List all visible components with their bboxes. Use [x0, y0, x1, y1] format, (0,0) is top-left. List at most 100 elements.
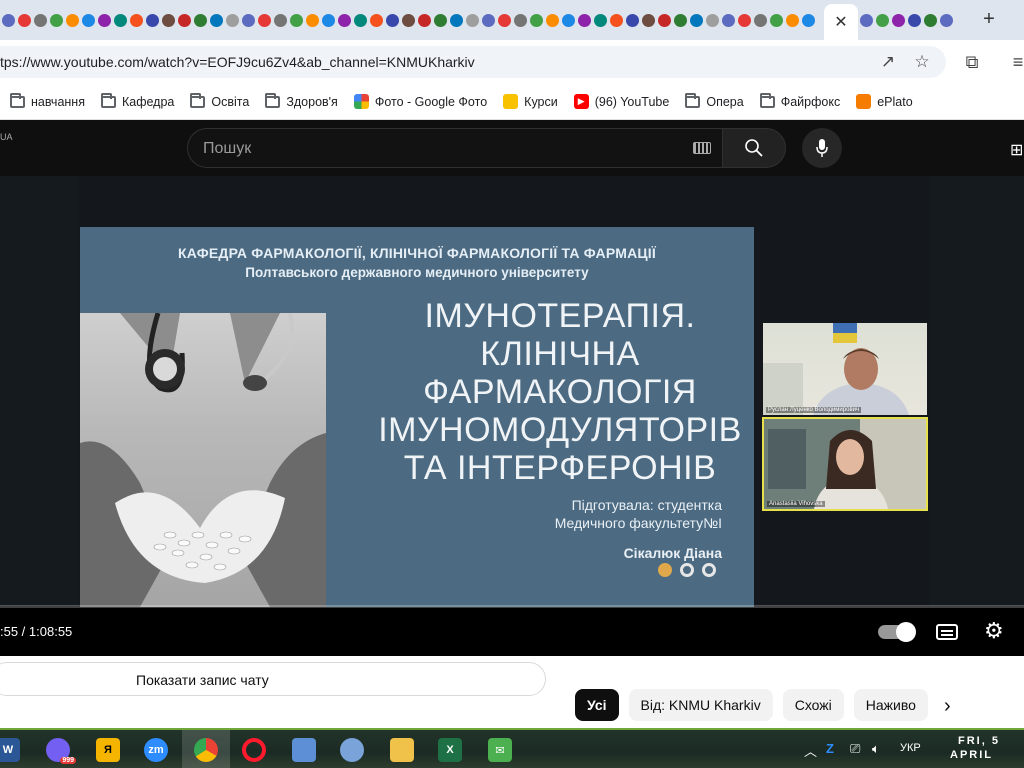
chip-from-channel[interactable]: Від: KNMU Kharkiv: [628, 689, 773, 721]
new-tab-button[interactable]: +: [978, 8, 1000, 30]
tab-favicon-icon[interactable]: [610, 13, 623, 27]
tab-favicon-icon[interactable]: [66, 13, 79, 27]
zoom-icon[interactable]: zm: [144, 738, 168, 762]
tab-favicon-icon[interactable]: [2, 13, 15, 27]
tab-favicon-icon[interactable]: [514, 13, 527, 27]
tab-favicon-icon[interactable]: [738, 13, 751, 27]
tab-favicon-icon[interactable]: [50, 13, 63, 27]
bookmark-item[interactable]: Здоров'я: [265, 92, 338, 109]
tab-favicon-icon[interactable]: [498, 13, 511, 27]
address-bar[interactable]: tps://www.youtube.com/watch?v=EOFJ9cu6Zv…: [0, 46, 946, 78]
tab-favicon-icon[interactable]: [892, 13, 905, 27]
tab-favicon-icon[interactable]: [162, 13, 175, 27]
tab-favicon-icon[interactable]: [594, 13, 607, 27]
chevron-right-icon[interactable]: ›: [944, 696, 951, 716]
mail-icon[interactable]: ✉: [488, 738, 512, 762]
tab-favicon-icon[interactable]: [860, 13, 873, 27]
tab-favicon-icon[interactable]: [82, 13, 95, 27]
tab-favicon-icon[interactable]: [802, 13, 815, 27]
tab-favicon-icon[interactable]: [786, 13, 799, 27]
tab-favicon-icon[interactable]: [98, 13, 111, 27]
excel-icon[interactable]: X: [438, 738, 462, 762]
tab-favicon-icon[interactable]: [754, 13, 767, 27]
video-progress-bar[interactable]: [0, 605, 1024, 608]
bookmark-item[interactable]: Опера: [685, 92, 744, 109]
tab-favicon-icon[interactable]: [562, 13, 575, 27]
tab-favicon-icon[interactable]: [722, 13, 735, 27]
tab-favicon-icon[interactable]: [130, 13, 143, 27]
tab-favicon-icon[interactable]: [642, 13, 655, 27]
tab-favicon-icon[interactable]: [114, 13, 127, 27]
keyboard-icon[interactable]: [693, 142, 711, 154]
tab-favicon-icon[interactable]: [434, 13, 447, 27]
open-in-app-icon[interactable]: ↗: [878, 52, 898, 72]
tab-favicon-icon[interactable]: [274, 13, 287, 27]
tab-favicon-icon[interactable]: [466, 13, 479, 27]
tab-favicon-icon[interactable]: [546, 13, 559, 27]
tab-favicon-icon[interactable]: [290, 13, 303, 27]
viber-icon[interactable]: 999: [46, 738, 76, 764]
close-tab-icon[interactable]: ✕: [834, 12, 847, 32]
tab-favicon-icon[interactable]: [530, 13, 543, 27]
bookmark-item[interactable]: ePlato: [856, 94, 913, 109]
opera-icon[interactable]: [242, 738, 266, 762]
tab-favicon-icon[interactable]: [226, 13, 239, 27]
tab-favicon-icon[interactable]: [482, 13, 495, 27]
zoom-tray-icon[interactable]: Z: [826, 741, 834, 756]
tab-favicon-icon[interactable]: [18, 13, 31, 27]
tab-favicon-icon[interactable]: [402, 13, 415, 27]
autoplay-toggle[interactable]: [878, 622, 916, 642]
tab-favicon-icon[interactable]: [242, 13, 255, 27]
bookmark-item[interactable]: Фото - Google Фото: [353, 94, 487, 109]
tab-favicon-icon[interactable]: [876, 13, 889, 27]
tab-favicon-icon[interactable]: [194, 13, 207, 27]
tab-favicon-icon[interactable]: [940, 13, 953, 27]
tab-favicon-icon[interactable]: [690, 13, 703, 27]
chrome-icon[interactable]: [194, 738, 218, 762]
show-chat-replay-button[interactable]: Показати запис чату: [0, 662, 546, 696]
bookmark-item[interactable]: Освіта: [190, 92, 249, 109]
taskbar-date-line2[interactable]: APRIL: [950, 749, 993, 761]
tab-favicon-icon[interactable]: [322, 13, 335, 27]
chip-all[interactable]: Усі: [575, 689, 619, 721]
bookmark-item[interactable]: навчання: [10, 92, 85, 109]
tab-favicon-icon[interactable]: [924, 13, 937, 27]
tab-favicon-icon[interactable]: [338, 13, 351, 27]
url-text[interactable]: tps://www.youtube.com/watch?v=EOFJ9cu6Zv…: [0, 54, 475, 70]
chip-related[interactable]: Схожі: [782, 689, 844, 721]
search-input[interactable]: [203, 138, 673, 160]
settings-gear-icon[interactable]: ⚙: [984, 620, 1004, 642]
tab-favicon-icon[interactable]: [578, 13, 591, 27]
word-icon[interactable]: W: [0, 738, 20, 762]
taskbar-date-line1[interactable]: FRI, 5: [958, 735, 1000, 747]
tab-favicon-icon[interactable]: [258, 13, 271, 27]
bookmark-item[interactable]: Курси: [503, 94, 558, 109]
subtitles-icon[interactable]: [936, 624, 958, 640]
tray-chevron-up-icon[interactable]: ︿: [804, 741, 817, 760]
network-icon[interactable]: ⎚: [850, 741, 860, 757]
tab-favicon-icon[interactable]: [908, 13, 921, 27]
yandex-icon[interactable]: Я: [96, 738, 120, 762]
tab-favicon-icon[interactable]: [34, 13, 47, 27]
tab-favicon-icon[interactable]: [658, 13, 671, 27]
language-indicator[interactable]: УКР: [900, 742, 921, 754]
bookmark-item[interactable]: Кафедра: [100, 92, 174, 109]
photos-icon[interactable]: [292, 738, 316, 762]
chip-live[interactable]: Наживо: [853, 689, 928, 721]
tab-favicon-icon[interactable]: [146, 13, 159, 27]
search-button[interactable]: [722, 128, 786, 168]
tab-favicon-icon[interactable]: [354, 13, 367, 27]
active-tab[interactable]: ✕: [824, 4, 858, 40]
paint-icon[interactable]: [340, 738, 364, 762]
tab-favicon-icon[interactable]: [306, 13, 319, 27]
tab-favicon-icon[interactable]: [450, 13, 463, 27]
bookmark-item[interactable]: Файрфокс: [759, 92, 840, 109]
bookmark-star-icon[interactable]: ☆: [912, 52, 932, 72]
tab-favicon-icon[interactable]: [370, 13, 383, 27]
voice-search-button[interactable]: [802, 128, 842, 168]
tab-favicon-icon[interactable]: [770, 13, 783, 27]
tab-favicon-icon[interactable]: [418, 13, 431, 27]
tab-favicon-icon[interactable]: [178, 13, 191, 27]
tab-favicon-icon[interactable]: [706, 13, 719, 27]
tab-favicon-icon[interactable]: [386, 13, 399, 27]
